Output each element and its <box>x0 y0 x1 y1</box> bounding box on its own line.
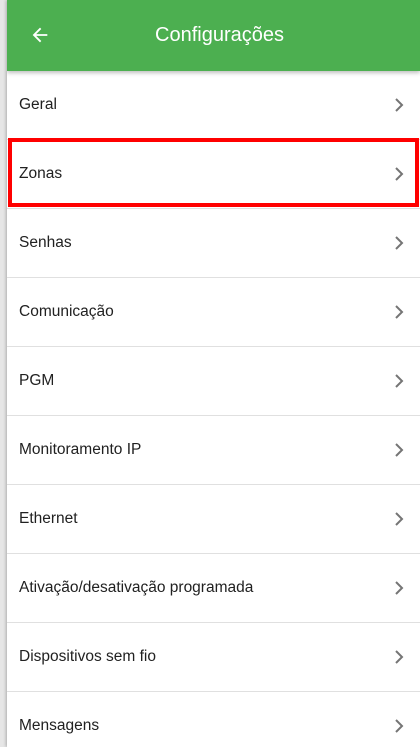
chevron-right-icon <box>392 719 406 733</box>
arrow-left-icon <box>32 27 48 43</box>
settings-item-mensagens[interactable]: Mensagens <box>7 692 420 747</box>
page-title: Configurações <box>155 24 284 46</box>
settings-item-pgm[interactable]: PGM <box>7 347 420 416</box>
chevron-right-icon <box>392 305 406 319</box>
settings-item-ativacao-programada[interactable]: Ativação/desativação programada <box>7 554 420 623</box>
settings-item-label: Dispositivos sem fio <box>19 648 156 665</box>
settings-item-monitoramento-ip[interactable]: Monitoramento IP <box>7 416 420 485</box>
settings-item-label: Senhas <box>19 234 72 251</box>
app-bar: Configurações <box>7 0 420 71</box>
settings-item-comunicacao[interactable]: Comunicação <box>7 278 420 347</box>
chevron-right-icon <box>392 98 406 112</box>
settings-item-label: Monitoramento IP <box>19 441 142 458</box>
back-button[interactable] <box>25 20 55 50</box>
chevron-right-icon <box>392 167 406 181</box>
chevron-right-icon <box>392 650 406 664</box>
settings-item-dispositivos-sem-fio[interactable]: Dispositivos sem fio <box>7 623 420 692</box>
settings-list: Geral Zonas Senhas Comunicação PGM Monit… <box>7 71 420 747</box>
settings-item-label: PGM <box>19 372 55 389</box>
app-frame: Configurações Geral Zonas Senhas Comunic… <box>7 0 420 747</box>
settings-item-label: Zonas <box>19 165 63 182</box>
settings-item-geral[interactable]: Geral <box>7 71 420 140</box>
settings-item-ethernet[interactable]: Ethernet <box>7 485 420 554</box>
settings-item-label: Geral <box>19 96 57 113</box>
settings-item-label: Ativação/desativação programada <box>19 579 254 596</box>
settings-item-label: Comunicação <box>19 303 114 320</box>
settings-item-senhas[interactable]: Senhas <box>7 209 420 278</box>
chevron-right-icon <box>392 236 406 250</box>
settings-item-label: Ethernet <box>19 510 78 527</box>
chevron-right-icon <box>392 443 406 457</box>
chevron-right-icon <box>392 374 406 388</box>
settings-item-label: Mensagens <box>19 717 100 734</box>
chevron-right-icon <box>392 512 406 526</box>
chevron-right-icon <box>392 581 406 595</box>
settings-item-zonas[interactable]: Zonas <box>7 140 420 209</box>
